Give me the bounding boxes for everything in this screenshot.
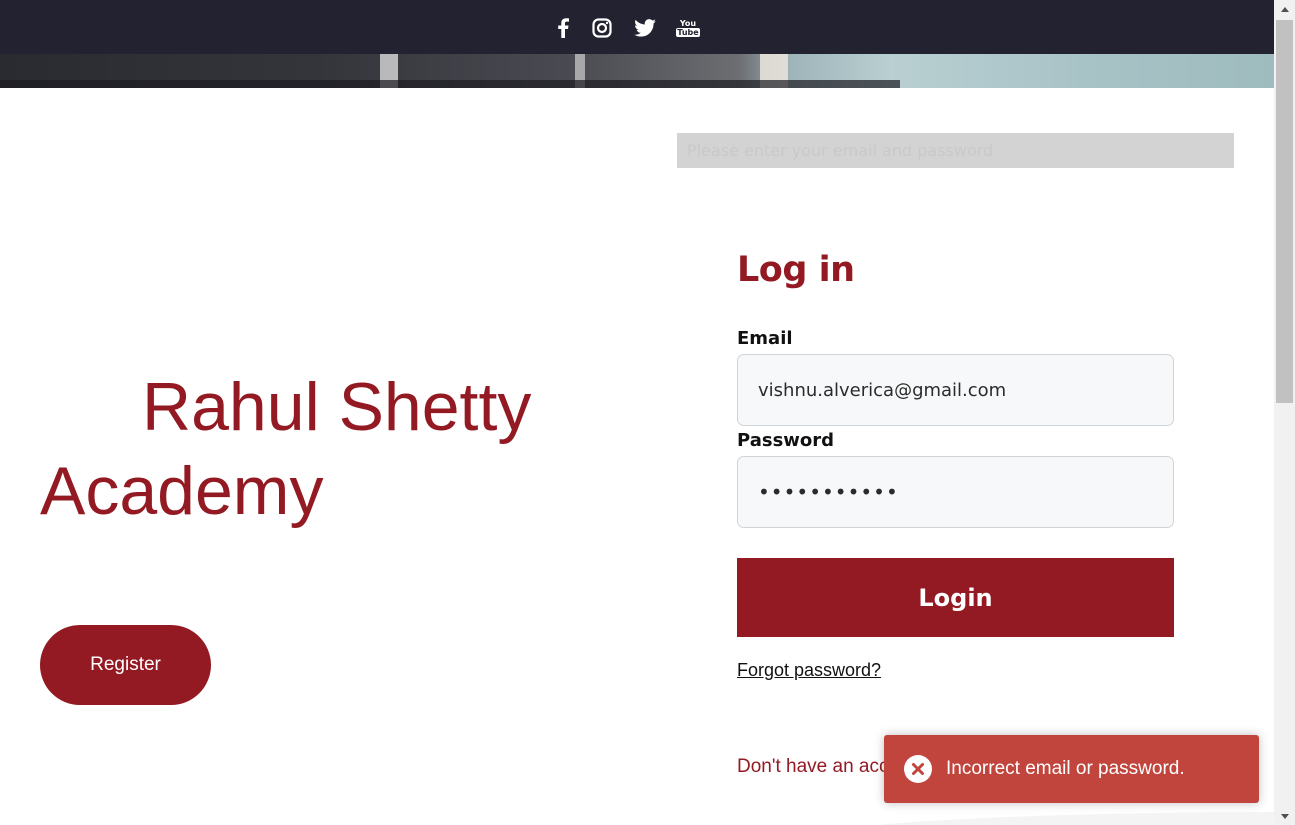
password-field[interactable]: •••••••••••	[737, 456, 1174, 528]
social-top-bar: You Tube	[0, 0, 1274, 54]
scroll-down-arrow-icon[interactable]	[1274, 807, 1295, 825]
register-button[interactable]: Register	[40, 625, 211, 705]
email-label: Email	[737, 328, 793, 349]
login-button[interactable]: Login	[737, 558, 1174, 637]
password-label: Password	[737, 430, 835, 451]
close-circle-icon	[904, 755, 932, 783]
forgot-password-link[interactable]: Forgot password?	[737, 660, 881, 681]
youtube-icon[interactable]: You Tube	[676, 16, 700, 40]
twitter-icon[interactable]	[633, 16, 657, 40]
facebook-icon[interactable]	[551, 16, 575, 40]
brand-title: Rahul Shetty Academy	[40, 369, 532, 529]
info-notice: Please enter your email and password	[677, 133, 1234, 168]
instagram-icon[interactable]	[590, 16, 614, 40]
error-toast[interactable]: Incorrect email or password.	[884, 735, 1259, 803]
scroll-thumb[interactable]	[1276, 20, 1293, 403]
scroll-up-arrow-icon[interactable]	[1274, 0, 1295, 18]
login-heading: Log in	[737, 250, 855, 290]
decorative-curve	[790, 812, 1280, 825]
signup-prompt[interactable]: Don't have an acco	[737, 756, 899, 778]
login-page: You Tube Please enter your email and pass…	[0, 0, 1295, 825]
toast-message: Incorrect email or password.	[946, 758, 1185, 779]
hero-banner-image	[0, 54, 1274, 88]
email-field[interactable]: vishnu.alverica@gmail.com	[737, 354, 1174, 426]
vertical-scrollbar[interactable]	[1274, 0, 1295, 825]
